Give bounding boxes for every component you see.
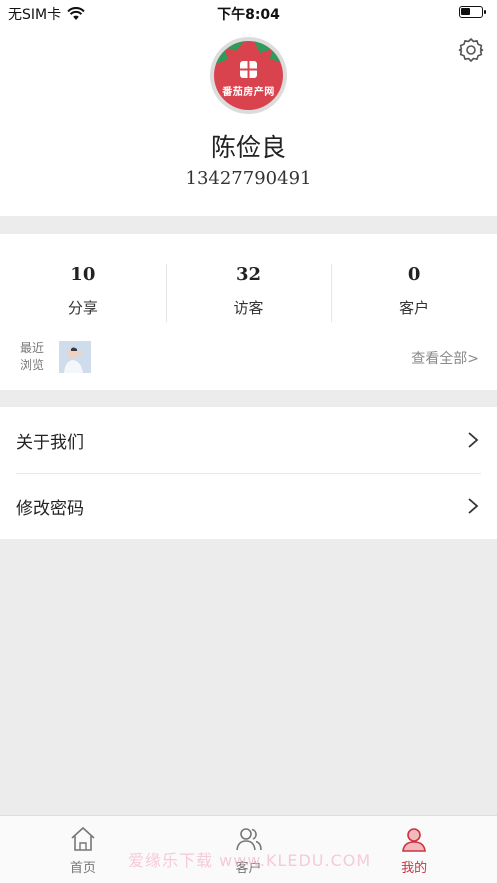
stat-value: 0 — [407, 264, 421, 285]
profile-header: 番茄房产网 陈俭良 13427790491 — [0, 26, 497, 216]
stat-value: 32 — [235, 264, 262, 285]
tab-home[interactable]: 首页 — [0, 816, 166, 883]
menu-item-change-password[interactable]: 修改密码 — [0, 473, 497, 539]
stat-visitors[interactable]: 32 访客 — [165, 264, 332, 322]
chevron-right-icon — [468, 498, 479, 514]
brand-logo: 番茄房产网 — [214, 41, 283, 110]
home-icon — [71, 826, 95, 851]
menu-item-about-us[interactable]: 关于我们 — [0, 407, 497, 473]
recent-browse-label: 最近浏览 — [20, 341, 45, 372]
stat-label: 分享 — [67, 299, 98, 317]
stat-value: 10 — [70, 264, 96, 285]
battery-icon — [459, 6, 486, 18]
stat-label: 客户 — [399, 299, 430, 317]
tomato-leaf-icon — [214, 41, 283, 78]
battery-level — [461, 8, 470, 15]
view-all-link[interactable]: 查看全部> — [411, 348, 479, 368]
user-name: 陈俭良 — [210, 133, 286, 162]
avatar-caption: 番茄房产网 — [222, 87, 275, 98]
menu-item-label: 修改密码 — [16, 498, 84, 519]
profile-screen: 无SIM卡 下午8:04 番茄房产网 陈俭良 13427790491 10 分享… — [0, 0, 497, 883]
stat-customers[interactable]: 0 客户 — [331, 264, 497, 322]
tab-label: 客户 — [235, 861, 262, 876]
stat-label: 访客 — [233, 299, 264, 317]
chevron-right-icon — [468, 432, 479, 448]
status-bar: 无SIM卡 下午8:04 — [0, 0, 497, 26]
stats-card: 10 分享 32 访客 0 客户 最近浏览 查看全部> — [0, 234, 497, 390]
recent-visitor-avatar[interactable] — [59, 341, 91, 373]
bottom-tab-bar: 首页 客户 我的 爱缘乐下载 www.KLEDU.COM — [0, 815, 497, 883]
settings-gear-icon[interactable] — [457, 36, 485, 64]
tab-customers[interactable]: 客户 — [166, 816, 332, 883]
users-icon — [235, 828, 262, 851]
user-avatar[interactable]: 番茄房产网 — [210, 37, 287, 114]
tab-label: 我的 — [401, 861, 428, 876]
user-phone: 13427790491 — [185, 168, 312, 189]
tab-label: 首页 — [69, 861, 96, 876]
status-time: 下午8:04 — [217, 7, 280, 23]
menu-item-label: 关于我们 — [16, 432, 84, 453]
person-photo-icon — [59, 341, 91, 373]
stats-row: 10 分享 32 访客 0 客户 — [0, 264, 497, 322]
profile-icon — [402, 828, 427, 852]
tab-mine[interactable]: 我的 — [331, 816, 497, 883]
stat-shares[interactable]: 10 分享 — [0, 264, 166, 322]
settings-menu: 关于我们 修改密码 — [0, 407, 497, 539]
